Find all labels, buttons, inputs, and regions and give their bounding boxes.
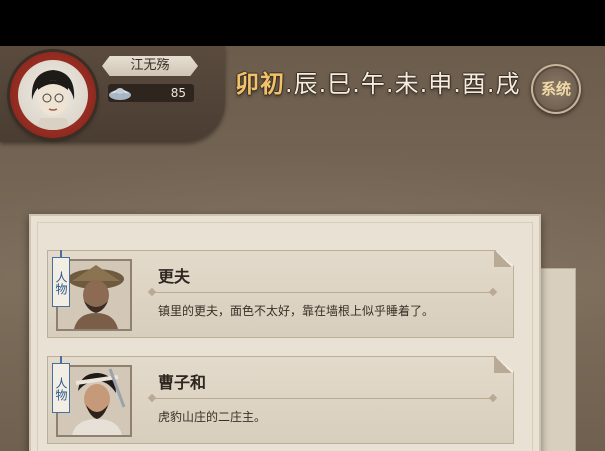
player-avatar[interactable] bbox=[18, 60, 88, 130]
character-tag: 人物 bbox=[52, 363, 70, 413]
character-tag: 人物 bbox=[52, 257, 70, 307]
player-portrait-icon bbox=[31, 70, 75, 130]
silver-ingot-icon bbox=[108, 80, 132, 102]
divider bbox=[152, 398, 493, 399]
panel-back-page bbox=[538, 268, 576, 451]
system-button[interactable]: 系统 bbox=[531, 64, 581, 114]
time-period: 巳 bbox=[327, 70, 353, 98]
character-card-gengfu[interactable]: 人物 更夫 镇里的更夫，面色不太好，靠在墙根上似乎睡着了。 bbox=[47, 250, 514, 338]
character-name: 曹子和 bbox=[158, 373, 207, 392]
player-name: 江无殇 bbox=[102, 56, 198, 76]
time-period: 申 bbox=[428, 70, 454, 98]
time-period: 辰 bbox=[293, 70, 319, 98]
character-description: 虎豹山庄的二庄主。 bbox=[158, 410, 267, 424]
time-period: 酉 bbox=[461, 70, 487, 98]
time-period: 未 bbox=[394, 70, 420, 98]
time-of-day-bar: 卯初.辰.巳.午.未.申.酉.戌 bbox=[235, 70, 521, 98]
character-card-caozihe[interactable]: 人物 曹子和 虎豹山庄的二庄主。 bbox=[47, 356, 514, 444]
game-scene: 江无殇 85 卯初.辰.巳.午.未.申.酉.戌 系统 人物 更夫 镇里的更夫，面… bbox=[0, 46, 605, 451]
time-period: 午 bbox=[360, 70, 386, 98]
character-name: 更夫 bbox=[158, 267, 191, 286]
divider bbox=[152, 292, 493, 293]
character-list-panel: 人物 更夫 镇里的更夫，面色不太好，靠在墙根上似乎睡着了。 人物 曹子和 虎豹山… bbox=[29, 214, 541, 451]
time-period: 戌 bbox=[495, 70, 521, 98]
current-time-period: 卯初 bbox=[235, 70, 285, 98]
character-description: 镇里的更夫，面色不太好，靠在墙根上似乎睡着了。 bbox=[158, 304, 435, 318]
